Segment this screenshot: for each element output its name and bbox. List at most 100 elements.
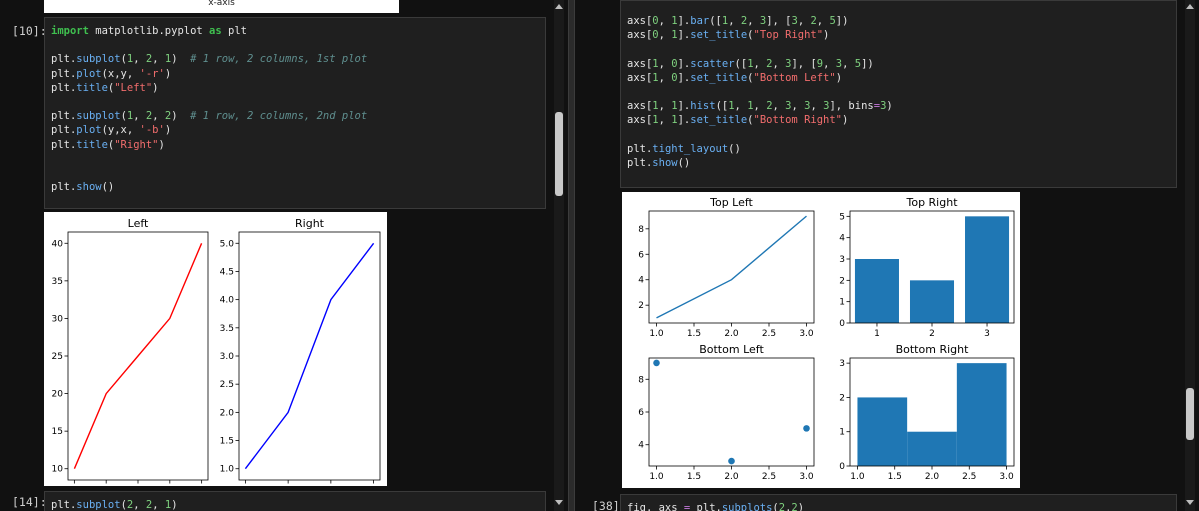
series-line [656, 215, 807, 319]
chart-title: Bottom Left [699, 343, 764, 356]
four-subplot-figure: Top Left 1.0 1.5 2.0 2.5 3.0 2 4 6 8 Top Right 1 2 3… [638, 196, 1015, 482]
x-tick-label: 2.5 [962, 472, 976, 482]
right-notebook-pane: axs[0, 1].bar([1, 2, 3], [3, 2, 5]) axs[0… [575, 0, 1199, 511]
code-38-line: fig, axs = plt.subplots(2,2) [627, 502, 805, 511]
y-tick-label: 6 [638, 408, 644, 418]
code-14-line: plt.subplot(2, 2, 1) [51, 499, 178, 511]
y-tick-label: 10 [52, 465, 64, 475]
chart-left: Left1234510152025303540 [52, 217, 209, 496]
x-tick-label: 2.0 [925, 472, 940, 482]
code-subplots-line: axs[1, 1].hist([1, 1, 2, 3, 3, 3], bins=… [627, 100, 893, 113]
y-tick-label: 3.0 [220, 352, 235, 362]
code-10-line: plt.show() [51, 181, 115, 194]
scatter-point [728, 457, 735, 465]
chart-title: Right [295, 217, 325, 230]
chart-title: Top Left [709, 196, 753, 209]
output-four-subplots: Top Left 1.0 1.5 2.0 2.5 3.0 2 4 6 8 Top Right 1 2 3… [622, 192, 1020, 488]
code-10-line: plt.title("Left") [51, 81, 159, 94]
chart-title: Left [128, 217, 149, 230]
x-tick-label: 1.0 [649, 472, 664, 482]
y-tick-label: 8 [638, 375, 644, 385]
series-line [73, 243, 203, 469]
code-10-line [51, 95, 539, 109]
code-cell-14[interactable]: plt.subplot(2, 2, 1) [44, 491, 546, 511]
y-tick-label: 2.5 [220, 380, 234, 390]
y-tick-label: 1 [839, 428, 845, 438]
y-tick-label: 0 [839, 462, 845, 472]
y-tick-label: 4 [638, 276, 644, 286]
scroll-down-arrow-icon[interactable] [555, 500, 563, 505]
code-10-line: import matplotlib.pyplot as plt [51, 25, 247, 37]
right-scrollbar-thumb[interactable] [1186, 388, 1194, 440]
x-tick-label: 1.5 [888, 472, 902, 482]
code-subplots-line: axs[0, 1].bar([1, 2, 3], [3, 2, 5]) [627, 15, 849, 27]
code-10-line: plt.title("Right") [51, 138, 165, 151]
code-subplots-line: axs[0, 1].set_title("Top Right") [627, 29, 830, 42]
y-tick-label: 3 [839, 255, 845, 265]
code-subplots-line: plt.show() [627, 156, 691, 169]
scatter-point [803, 425, 810, 432]
y-tick-label: 4 [638, 441, 644, 451]
x-tick-label: 2.5 [762, 472, 776, 482]
scroll-up-arrow-icon[interactable] [1186, 4, 1194, 9]
x-tick-label: 1 [874, 329, 880, 339]
y-tick-label: 4.0 [220, 296, 235, 306]
x-tick-label: 3.0 [799, 329, 814, 339]
left-notebook-pane: x-axis [10]: import matplotlib.pyplot as… [0, 0, 568, 511]
y-tick-label: 5 [839, 212, 845, 222]
code-cell-38[interactable]: fig, axs = plt.subplots(2,2) [620, 494, 1177, 511]
axes-frame [648, 210, 815, 324]
bar [965, 216, 1010, 323]
code-10-line: plt.subplot(1, 2, 2) # 1 row, 2 columns,… [51, 110, 368, 123]
left-scrollbar-thumb[interactable] [555, 112, 563, 196]
code-cell-10[interactable]: import matplotlib.pyplot as plt plt.subp… [44, 17, 546, 209]
code-subplots-line [627, 42, 1170, 56]
chart-title: Bottom Right [896, 343, 969, 356]
y-tick-label: 6 [638, 250, 644, 260]
axes-frame [648, 357, 815, 467]
histogram-bar [956, 363, 1007, 466]
scroll-down-arrow-icon[interactable] [1186, 500, 1194, 505]
code-subplots-line: axs[1, 0].scatter([1, 2, 3], [9, 3, 5]) [627, 57, 874, 70]
y-tick-label: 25 [52, 352, 63, 362]
y-tick-label: 8 [638, 225, 644, 235]
y-tick-label: 2 [638, 301, 644, 311]
output-left-right-plots: Left1234510152025303540 Right102030401.0… [44, 212, 387, 496]
left-pane-scrollbar[interactable] [554, 0, 564, 511]
code-10-line: plt.subplot(1, 2, 1) # 1 row, 2 columns,… [51, 53, 368, 66]
code-subplots-line: plt.tight_layout() [627, 142, 741, 155]
chart-right: Right102030401.01.52.02.53.03.54.04.55.0 [220, 217, 381, 496]
code-10-line: plt.plot(x,y, '-r') [51, 67, 172, 80]
scatter-point [653, 359, 660, 367]
y-tick-label: 30 [52, 314, 64, 324]
series-line [244, 242, 375, 470]
bar [909, 280, 955, 323]
histogram-bar [907, 431, 957, 466]
y-tick-label: 1.0 [220, 465, 235, 475]
x-tick-label: 1.5 [687, 329, 701, 339]
scroll-up-arrow-icon[interactable] [555, 4, 563, 9]
histogram-bar [857, 397, 908, 466]
chart-bottom-right: Bottom Right 1.0 1.5 2.0 2.5 3.0 0 1 2 3 [839, 343, 1015, 482]
left-right-figure: Left1234510152025303540 Right102030401.0… [52, 217, 381, 496]
y-tick-label: 3.5 [220, 324, 234, 334]
y-tick-label: 40 [52, 239, 64, 249]
y-tick-label: 4.5 [220, 267, 234, 277]
pane-splitter[interactable] [568, 0, 575, 511]
code-10-line [51, 152, 539, 166]
right-pane-scrollbar[interactable] [1185, 0, 1195, 511]
x-tick-label: 2.0 [724, 329, 739, 339]
code-subplots-line: axs[1, 1].set_title("Bottom Right") [627, 114, 849, 127]
y-tick-label: 15 [52, 427, 63, 437]
x-tick-label: 1.0 [649, 329, 664, 339]
y-tick-label: 4 [839, 234, 845, 244]
previous-output-strip: x-axis [44, 0, 399, 13]
y-tick-label: 0 [839, 319, 845, 329]
x-tick-label: 1.5 [687, 472, 701, 482]
y-tick-label: 1.5 [220, 437, 234, 447]
y-tick-label: 5.0 [220, 239, 235, 249]
cell-prompt-14: [14]: [12, 495, 47, 509]
code-cell-subplots[interactable]: axs[0, 1].bar([1, 2, 3], [3, 2, 5]) axs[0… [620, 0, 1177, 188]
cell-prompt-10: [10]: [12, 24, 47, 38]
y-tick-label: 2.0 [220, 408, 235, 418]
